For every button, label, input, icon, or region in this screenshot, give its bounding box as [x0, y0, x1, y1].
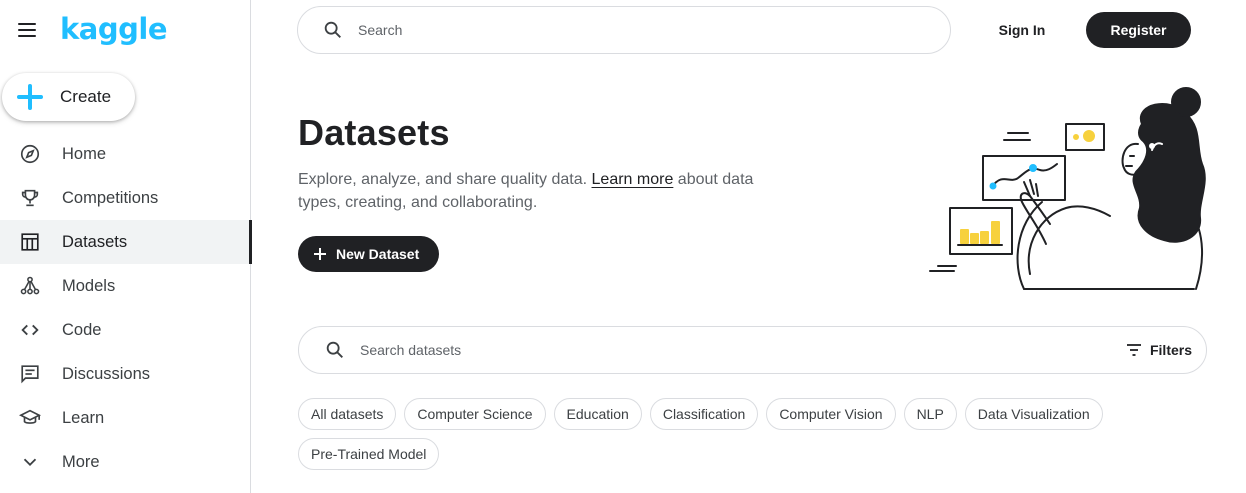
sidebar-item-label: Code — [62, 320, 102, 339]
new-dataset-label: New Dataset — [336, 246, 420, 262]
compass-icon — [20, 144, 40, 164]
plus-icon — [314, 248, 326, 260]
graduation-cap-icon — [19, 409, 41, 424]
sidebar-item-discussions[interactable]: Discussions — [0, 352, 251, 396]
search-icon — [324, 21, 341, 38]
sidebar-item-home[interactable]: Home — [0, 132, 251, 176]
code-icon — [21, 324, 39, 336]
sidebar-item-label: More — [62, 452, 100, 471]
sidebar-item-label: Discussions — [62, 364, 151, 383]
chip-classification[interactable]: Classification — [649, 398, 759, 430]
chip-all-datasets[interactable]: All datasets — [298, 398, 397, 430]
chip-pre-trained-model[interactable]: Pre-Trained Model — [298, 438, 440, 470]
filters-button[interactable]: Filters — [1122, 337, 1196, 363]
plus-icon — [17, 84, 43, 110]
create-button[interactable]: Create — [2, 73, 135, 121]
sign-in-button[interactable]: Sign In — [987, 13, 1057, 47]
create-label: Create — [60, 87, 112, 106]
sidebar-item-label: Competitions — [62, 188, 159, 207]
trophy-icon — [21, 189, 39, 207]
sidebar-item-label: Home — [62, 144, 107, 163]
register-button[interactable]: Register — [1086, 12, 1191, 48]
discussion-icon — [21, 365, 39, 384]
filter-icon — [1126, 344, 1141, 356]
site-search-input[interactable]: Search — [297, 6, 951, 54]
sidebar: kaggle Create Home Competitions Datasets… — [0, 0, 252, 493]
sidebar-item-models[interactable]: Models — [0, 264, 251, 308]
kaggle-logo[interactable]: kaggle — [60, 12, 167, 46]
models-icon — [20, 276, 40, 295]
description-text: Explore, analyze, and share quality data… — [298, 171, 592, 188]
chip-nlp[interactable]: NLP — [903, 398, 957, 430]
page-description: Explore, analyze, and share quality data… — [298, 168, 798, 214]
filters-label: Filters — [1149, 342, 1192, 358]
chevron-down-icon — [23, 458, 37, 467]
sidebar-item-competitions[interactable]: Competitions — [0, 176, 251, 220]
hamburger-menu-icon[interactable] — [18, 20, 42, 40]
dataset-search-input[interactable]: Search datasets Filters — [298, 326, 1207, 374]
chip-computer-vision[interactable]: Computer Vision — [766, 398, 896, 430]
chip-computer-science[interactable]: Computer Science — [404, 398, 546, 430]
learn-more-link[interactable]: Learn more — [592, 171, 674, 188]
table-icon — [21, 233, 39, 251]
new-dataset-button[interactable]: New Dataset — [298, 236, 439, 272]
sidebar-item-label: Learn — [62, 408, 105, 427]
sidebar-item-label: Models — [62, 276, 116, 295]
dataset-search-placeholder: Search datasets — [360, 342, 462, 358]
chip-education[interactable]: Education — [553, 398, 642, 430]
page-title: Datasets — [298, 112, 450, 153]
sidebar-item-code[interactable]: Code — [0, 308, 251, 352]
sidebar-nav: Home Competitions Datasets Models Code D… — [0, 132, 252, 484]
chip-data-visualization[interactable]: Data Visualization — [964, 398, 1103, 430]
search-icon — [326, 341, 343, 358]
datasets-illustration — [929, 87, 1206, 290]
sidebar-item-label: Datasets — [62, 232, 128, 251]
category-chips: All datasets Computer Science Education … — [298, 398, 1178, 470]
sidebar-item-learn[interactable]: Learn — [0, 396, 251, 440]
sidebar-item-more[interactable]: More — [0, 440, 251, 484]
sidebar-item-datasets[interactable]: Datasets — [0, 220, 252, 264]
search-placeholder: Search — [358, 22, 403, 38]
